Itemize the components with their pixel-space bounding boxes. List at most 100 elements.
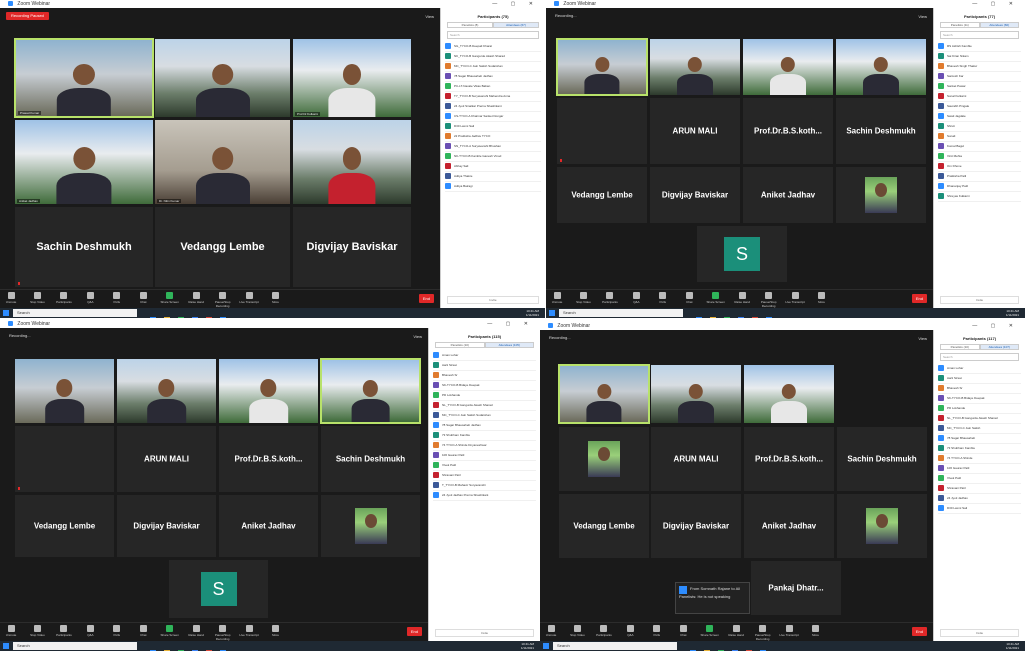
- participant-list-item[interactable]: SG_TYCO-B Deepali Kharat: [445, 42, 541, 52]
- name-tile[interactable]: ARUN MALI: [650, 426, 742, 492]
- name-tile[interactable]: S: [168, 559, 269, 619]
- participant-list-item[interactable]: Vivek Patil: [433, 461, 536, 471]
- participant-list-item[interactable]: 106 Gaurav Patil: [938, 464, 1021, 474]
- participants-button[interactable]: Participants: [599, 292, 621, 304]
- recording-badge[interactable]: Recording...: [6, 332, 34, 340]
- qa-button[interactable]: Q&A: [625, 292, 647, 304]
- participant-list-item[interactable]: TY_TYCO-B Suryavanshi Mahendra Anna: [445, 92, 541, 102]
- participant-list-item[interactable]: Santosh Kar: [938, 72, 1021, 82]
- unmute-button[interactable]: Unmute: [546, 292, 568, 304]
- participant-list-item[interactable]: 73 Shubham Kamble: [433, 431, 536, 441]
- tab-attendees[interactable]: Attendees (66): [979, 22, 1019, 28]
- video-tile[interactable]: [743, 364, 835, 424]
- more-button[interactable]: More: [805, 625, 827, 637]
- participant-list-item[interactable]: Aditya Bairagi: [445, 182, 541, 192]
- video-tile[interactable]: [558, 426, 650, 492]
- name-tile[interactable]: Digvijay Baviskar: [649, 166, 741, 224]
- participant-list-item[interactable]: 22 Pratiksha Jadhav TYCO: [445, 132, 541, 142]
- participant-list-item[interactable]: NK-TYCO-B Kamble Ganesh Vinod: [445, 152, 541, 162]
- participant-list-item[interactable]: Bhavesh Sr: [938, 384, 1021, 394]
- more-button[interactable]: More: [265, 292, 287, 304]
- invite-button[interactable]: Invite: [435, 629, 534, 637]
- participant-search-input[interactable]: Search: [940, 353, 1019, 361]
- participant-list-item[interactable]: Swati Jagdale: [938, 112, 1021, 122]
- participant-list-item[interactable]: Shruti: [938, 122, 1021, 132]
- participant-list-item[interactable]: Sai Kiran Nikam: [938, 52, 1021, 62]
- name-tile[interactable]: Aniket Jadhav: [218, 494, 319, 558]
- name-tile[interactable]: [556, 97, 648, 165]
- chat-button[interactable]: Chat: [672, 625, 694, 637]
- polls-button[interactable]: Polls: [652, 292, 674, 304]
- share-screen-button[interactable]: Share Screen: [159, 292, 181, 304]
- tab-attendees[interactable]: Attendees (107): [979, 344, 1019, 350]
- video-tile[interactable]: [836, 493, 928, 559]
- participant-list-item[interactable]: Vinit Mehta: [938, 152, 1021, 162]
- participant-list-item[interactable]: Sonal Kulkarni: [938, 92, 1021, 102]
- name-tile[interactable]: Vedangg Lembe: [558, 493, 650, 559]
- video-tile[interactable]: Aniket Jadhav: [14, 119, 154, 205]
- qa-button[interactable]: Q&A: [79, 292, 101, 304]
- windows-start-icon[interactable]: [3, 310, 9, 316]
- share-screen-button[interactable]: Share Screen: [159, 625, 181, 637]
- participant-list-item[interactable]: Shreyas Kulkarni: [938, 192, 1021, 202]
- name-tile[interactable]: Prof.Dr.B.S.koth...: [218, 425, 319, 493]
- participant-search-input[interactable]: Search: [940, 31, 1019, 39]
- polls-button[interactable]: Polls: [646, 625, 668, 637]
- recording-button[interactable]: Pause/Stop Recording: [752, 625, 774, 641]
- video-tile[interactable]: [154, 38, 291, 118]
- video-tile[interactable]: Prasad Kumar: [14, 38, 154, 118]
- view-button[interactable]: View: [425, 14, 434, 19]
- video-tile[interactable]: [650, 364, 742, 424]
- taskbar-search-input[interactable]: Search: [553, 642, 677, 650]
- tab-panelists[interactable]: Panelists (10): [940, 344, 980, 350]
- video-tile[interactable]: [14, 358, 115, 424]
- window-controls[interactable]: — ▢ ✕: [487, 320, 534, 328]
- recording-badge[interactable]: Recording Paused: [6, 12, 49, 20]
- participant-list-item[interactable]: PD Lokhande: [938, 404, 1021, 414]
- window-controls[interactable]: — ▢ ✕: [492, 0, 539, 8]
- taskbar-search-input[interactable]: Search: [13, 642, 137, 650]
- participant-list-item[interactable]: PD Lokhande: [433, 391, 536, 401]
- end-button[interactable]: End: [911, 294, 927, 303]
- participant-list-item[interactable]: 78 Sagar Bhausaheb: [938, 434, 1021, 444]
- invite-button[interactable]: Invite: [940, 296, 1019, 304]
- participant-list-item[interactable]: 74 TYCO-A Shinde: [938, 454, 1021, 464]
- name-tile[interactable]: Sachin Deshmukh: [320, 425, 421, 493]
- video-tile[interactable]: [649, 38, 741, 96]
- participant-list-item[interactable]: Dhananjay Patil: [938, 182, 1021, 192]
- live-transcript-button[interactable]: Live Transcript: [778, 625, 800, 637]
- participant-list-item[interactable]: Aman Lohar: [938, 364, 1021, 374]
- video-tile[interactable]: Prof.Dr.Kulkarni: [292, 38, 412, 118]
- name-tile[interactable]: Sachin Deshmukh: [836, 426, 928, 492]
- participant-list-item[interactable]: Komal Bagul: [938, 142, 1021, 152]
- windows-start-icon[interactable]: [3, 643, 9, 649]
- name-tile[interactable]: Digvijay Baviskar: [116, 494, 217, 558]
- window-controls[interactable]: — ▢ ✕: [972, 322, 1019, 330]
- participant-list-item[interactable]: Bhavesh Sr: [433, 371, 536, 381]
- video-tile[interactable]: [292, 119, 412, 205]
- participant-list-item[interactable]: CS-TYCO-A Khairnar Sanket Dongar: [445, 112, 541, 122]
- name-tile[interactable]: Prof.Dr.B.S.koth...: [743, 426, 835, 492]
- name-tile[interactable]: [14, 425, 115, 493]
- participant-list-item[interactable]: NL_TYCO-B Gangurde Akash Sharad: [938, 414, 1021, 424]
- participant-list-item[interactable]: Om Dhone: [938, 162, 1021, 172]
- unmute-button[interactable]: Unmute: [0, 292, 22, 304]
- tab-attendees[interactable]: Attendees (105): [484, 342, 534, 348]
- tab-panelists[interactable]: Panelists (11): [940, 22, 980, 28]
- name-tile[interactable]: Vedangg Lembe: [14, 494, 115, 558]
- participant-list-item[interactable]: NL_TYCO-B Gangurde Akash Sharad: [433, 401, 536, 411]
- view-button[interactable]: View: [413, 334, 422, 339]
- name-tile[interactable]: Digvijay Baviskar: [650, 493, 742, 559]
- name-tile[interactable]: ARUN MALI: [649, 97, 741, 165]
- participant-list-item[interactable]: 74 TYCO-A Shinde Dnyaneshwar: [433, 441, 536, 451]
- participant-list-item[interactable]: Abhay Sali: [445, 162, 541, 172]
- recording-badge[interactable]: Recording...: [546, 334, 574, 342]
- stop-video-button[interactable]: Stop Video: [572, 292, 594, 304]
- windows-start-icon[interactable]: [543, 643, 549, 649]
- participant-list-item[interactable]: T_TYCO-B Mahavir Suryavanshi: [433, 481, 536, 491]
- tab-panelists[interactable]: Panelists (10): [435, 342, 485, 348]
- video-tile[interactable]: [835, 38, 927, 96]
- end-button[interactable]: End: [911, 627, 927, 636]
- participant-list-item[interactable]: RS Ashish Kamble: [938, 42, 1021, 52]
- share-screen-button[interactable]: Share Screen: [705, 292, 727, 304]
